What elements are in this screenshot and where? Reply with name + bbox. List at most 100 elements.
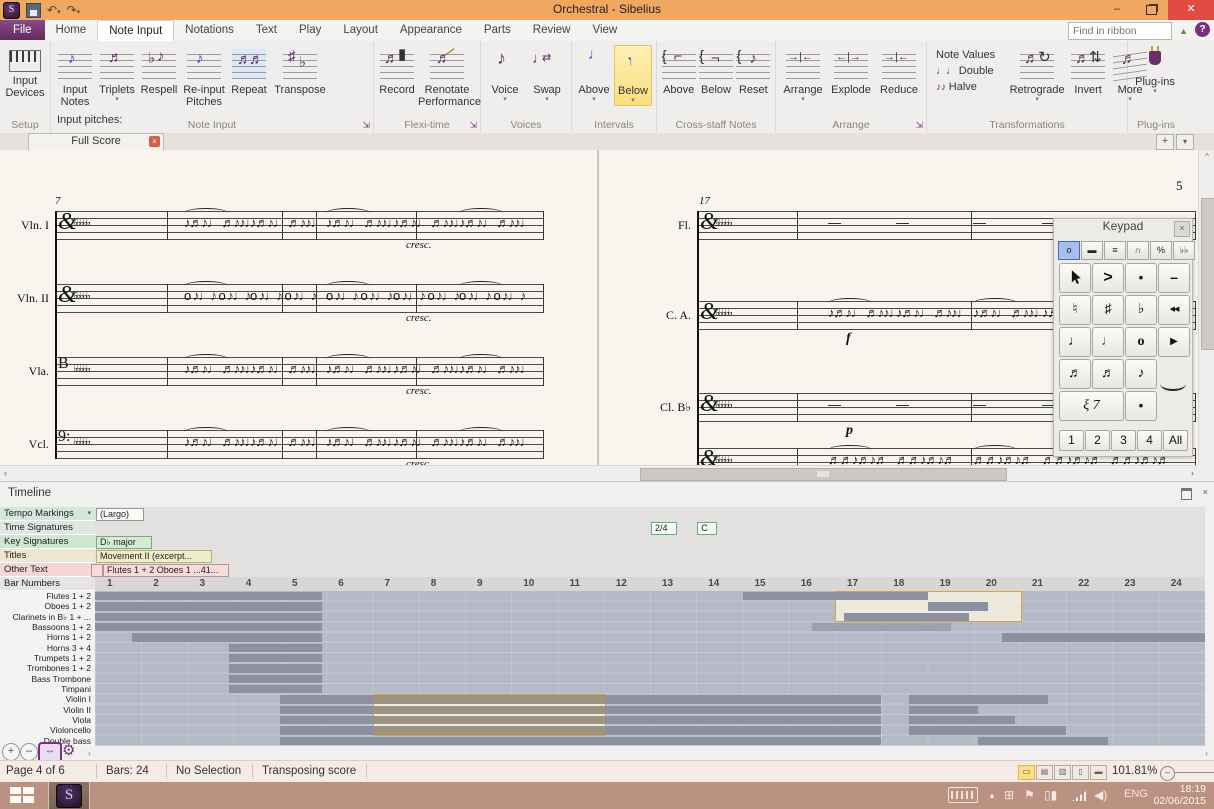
tab-layout[interactable]: Layout — [332, 20, 389, 40]
windows-tray-icon[interactable]: ⊞ — [1004, 788, 1014, 802]
close-tab-icon[interactable]: × — [149, 136, 160, 147]
keypad-key-mouse-pointer[interactable] — [1059, 263, 1091, 293]
tab-notations[interactable]: Notations — [174, 20, 245, 40]
timeline-segment[interactable] — [606, 716, 882, 725]
score-canvas[interactable]: Vln. I & ♭♭♭♭♭ ♪♬♪♩ ♬♪♪♩ ♪♬♪♩ ♬♪♪♩ ♪♬♪♩ ♬♪♪♩ ♪… — [0, 150, 1198, 465]
whole-page-view-icon[interactable]: ▬ — [1090, 765, 1107, 780]
close-button[interactable]: ✕ — [1168, 0, 1214, 20]
cross-staff-reset-button[interactable]: {♪ Reset — [736, 45, 771, 96]
help-button[interactable]: ? — [1195, 22, 1210, 37]
timeline-segment[interactable] — [978, 736, 1108, 745]
keypad-key-accent[interactable]: > — [1092, 263, 1124, 293]
timeline-segment[interactable] — [229, 643, 322, 652]
halve-note-values-button[interactable]: ♪♪ Halve — [933, 79, 998, 95]
keypad-key-rhythm-dot[interactable]: • — [1125, 391, 1157, 421]
timeline-segment[interactable] — [606, 705, 882, 714]
keypad-key-natural[interactable]: ♮ — [1059, 295, 1091, 325]
scroll-left-icon[interactable]: ‹ — [4, 468, 7, 478]
timeline-segment[interactable] — [229, 674, 322, 683]
timeline-segment[interactable] — [280, 705, 373, 714]
timeline-row-label-key-signatures[interactable]: Key Signatures — [0, 535, 95, 549]
timeline-instrument-timpani[interactable]: Timpani — [0, 684, 95, 695]
keypad-title[interactable]: Keypad — [1054, 219, 1192, 239]
keypad-key-half-note[interactable]: ♩ — [1092, 327, 1124, 357]
timeline-chip[interactable] — [91, 564, 104, 577]
voice-button[interactable]: ♪ Voice ▾ — [485, 45, 525, 104]
tab-review[interactable]: Review — [522, 20, 582, 40]
intervals-above-button[interactable]: ♩ Above ▾ — [576, 45, 612, 106]
arrange-button[interactable]: →|← Arrange ▾ — [780, 45, 826, 104]
timeline-zoom-in-button[interactable]: + — [2, 743, 20, 761]
timeline-segment[interactable] — [280, 695, 373, 704]
timeline-segment[interactable] — [927, 602, 988, 611]
keypad-tab-beams-tremolos[interactable]: ≡ — [1104, 241, 1126, 260]
timeline-segment[interactable] — [95, 623, 322, 632]
timeline-segment[interactable] — [95, 612, 322, 621]
timeline-segment[interactable] — [372, 716, 607, 725]
keypad-voice-4[interactable]: 4 — [1137, 430, 1162, 451]
flexi-time-dialog-launcher[interactable]: ⇲ — [469, 120, 477, 131]
timeline-chip[interactable]: 2/4 — [651, 522, 677, 535]
keypad-voice-2[interactable]: 2 — [1085, 430, 1110, 451]
record-button[interactable]: ♬ ▮ Record — [378, 45, 416, 108]
timeline-scroll-right-icon[interactable]: › — [1205, 748, 1208, 758]
zoom-out-button[interactable]: – — [1160, 766, 1175, 781]
timeline-instrument-bassoons-1-2[interactable]: Bassoons 1 + 2 — [0, 622, 95, 633]
timeline-instrument-violin-ii[interactable]: Violin II — [0, 704, 95, 715]
timeline-instrument-oboes-1-2[interactable]: Oboes 1 + 2 — [0, 601, 95, 612]
tab-parts[interactable]: Parts — [473, 20, 522, 40]
taskbar-clock[interactable]: 18:19 02/06/2015 — [1153, 783, 1206, 807]
timeline-segment[interactable] — [909, 726, 1067, 735]
keypad-key-sharp[interactable]: ♯ — [1092, 295, 1124, 325]
respell-button[interactable]: ♭ ♪ Respell — [139, 45, 179, 108]
scroll-right-icon[interactable]: › — [1191, 468, 1194, 478]
hidden-icons-chevron[interactable]: ▲ — [988, 791, 996, 800]
two-page-view-icon[interactable]: ▥ — [1054, 765, 1071, 780]
timeline-segment[interactable] — [909, 695, 1048, 704]
timeline-segment[interactable] — [95, 592, 322, 601]
find-in-ribbon-input[interactable] — [1068, 22, 1172, 40]
keypad-key-quarter-note[interactable]: ♩ — [1059, 327, 1091, 357]
touch-keyboard-icon[interactable] — [948, 787, 978, 803]
timeline-segment[interactable] — [742, 592, 928, 601]
tab-note-input[interactable]: Note Input — [97, 20, 175, 41]
keypad-key-16th-note[interactable]: ♬ — [1092, 359, 1124, 389]
timeline-grid[interactable] — [95, 591, 1205, 746]
tab-appearance[interactable]: Appearance — [389, 20, 473, 40]
scroll-up-icon[interactable]: ^ — [1199, 152, 1214, 161]
timeline-chip[interactable]: Movement II (excerpt... — [96, 550, 212, 563]
timeline-zoom-out-button[interactable]: – — [20, 743, 38, 761]
start-button[interactable] — [10, 787, 34, 804]
timeline-segment[interactable] — [280, 716, 373, 725]
note-values-button[interactable]: Note Values — [933, 47, 998, 63]
keypad-key-staccato[interactable]: • — [1125, 263, 1157, 293]
keypad-tab-articulations[interactable]: ∩ — [1127, 241, 1149, 260]
timeline-instrument-viola[interactable]: Viola — [0, 715, 95, 726]
tab-view[interactable]: View — [581, 20, 628, 40]
keypad-key-tenuto[interactable]: – — [1158, 263, 1190, 293]
keypad-key-8th-note[interactable]: ♪ — [1125, 359, 1157, 389]
timeline-chip[interactable]: (Largo) — [96, 508, 144, 521]
keypad-voice-1[interactable]: 1 — [1059, 430, 1084, 451]
timeline-segment[interactable] — [372, 695, 607, 704]
input-devices-button[interactable]: Input Devices — [4, 45, 46, 99]
timeline-segment[interactable] — [95, 602, 322, 611]
timeline-segment[interactable] — [909, 705, 979, 714]
re-input-pitches-button[interactable]: ♪ Re-input Pitches — [181, 45, 227, 108]
timeline-segment[interactable] — [132, 633, 322, 642]
keypad-voice-3[interactable]: 3 — [1111, 430, 1136, 451]
timeline-segment[interactable] — [1001, 633, 1205, 642]
timeline-segment[interactable] — [229, 664, 322, 673]
zoom-slider-track[interactable] — [1175, 772, 1214, 773]
timeline-instrument-horns-3-4[interactable]: Horns 3 + 4 — [0, 642, 95, 653]
timeline-segment[interactable] — [811, 623, 951, 632]
timeline-segment[interactable] — [606, 695, 882, 704]
timeline-instrument-bass-trombone[interactable]: Bass Trombone — [0, 673, 95, 684]
arrange-dialog-launcher[interactable]: ⇲ — [915, 120, 923, 131]
timeline-row-label-time-signatures[interactable]: Time Signatures — [0, 521, 95, 535]
timeline-chip[interactable]: D♭ major — [96, 536, 152, 549]
keypad-tab-common-notes[interactable]: o — [1058, 241, 1080, 260]
timeline-settings-gear-icon[interactable]: ⚙ — [62, 742, 75, 759]
timeline-segment[interactable] — [229, 654, 322, 663]
keypad-key-flat[interactable]: ♭ — [1125, 295, 1157, 325]
